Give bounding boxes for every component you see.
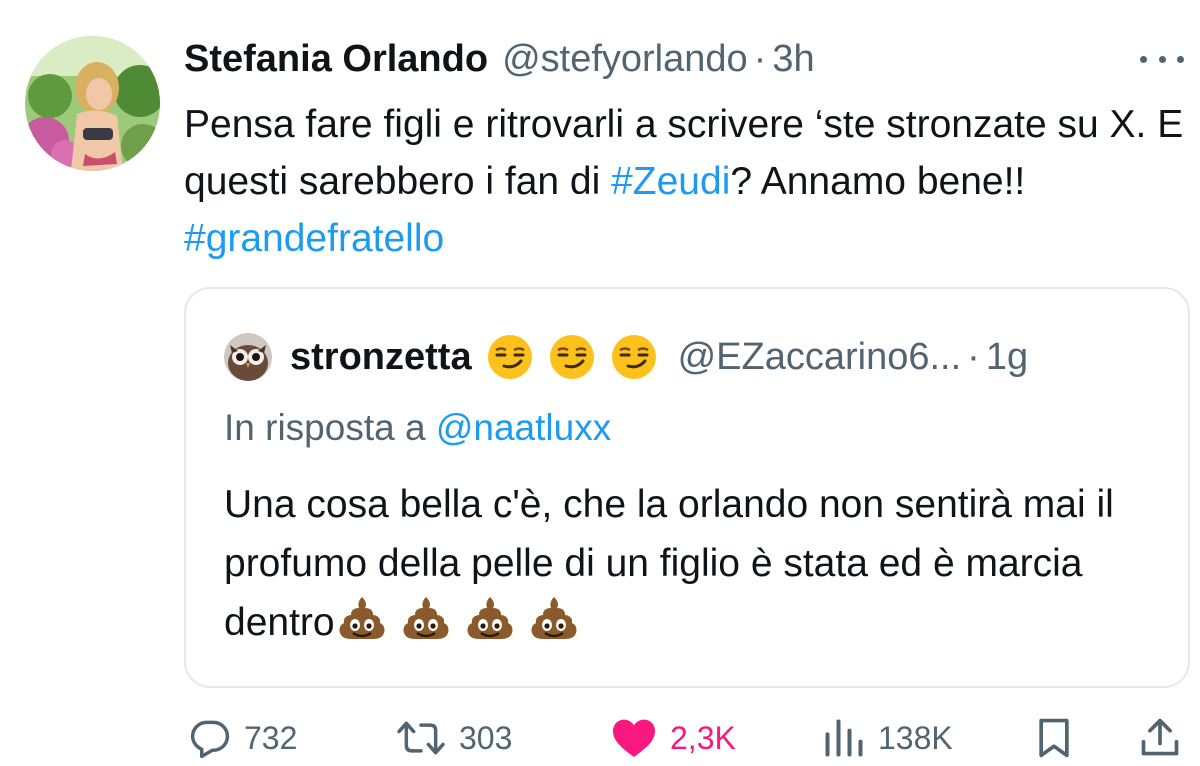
share-icon [1141,718,1179,756]
like-icon [613,719,655,757]
author-handle[interactable]: @stefyorlando [502,38,748,81]
author-display-name[interactable]: Stefania Orlando [184,38,488,81]
header-separator: · [753,37,767,80]
share-button[interactable] [1138,710,1182,766]
pile-of-poo-icon [467,597,513,639]
quoted-handle[interactable]: @EZaccarino6... [678,336,962,379]
bookmark-icon [1039,718,1069,758]
repost-count: 303 [459,719,513,756]
tweet-text-part: ? Annamo bene!! [730,160,1026,203]
smirking-face-icon [611,335,656,379]
smirking-face-icon [549,335,594,379]
hashtag-link[interactable]: #Zeudi [611,160,730,203]
trailing-emojis [337,595,593,641]
quoted-timestamp[interactable]: 1g [986,336,1028,379]
like-count: 2,3K [670,719,736,756]
quoted-text: Una cosa bella c'è, che la orlando non s… [224,475,1164,652]
like-button[interactable]: 2,3K [610,710,736,766]
avatar-image [25,36,160,171]
quoted-display-name[interactable]: stronzetta [290,336,472,379]
action-bar: 732 303 2,3K 138K [0,710,1200,766]
reply-mention-link[interactable]: @naatluxx [436,407,611,448]
quoted-author-avatar[interactable] [224,333,272,381]
repost-button[interactable]: 303 [395,710,512,766]
views-icon [825,719,863,757]
more-icon[interactable] [1140,44,1184,74]
pile-of-poo-icon [403,597,449,639]
repost-icon [397,721,445,755]
quoted-header-separator: · [967,335,980,378]
reply-prefix: In risposta a [224,407,436,448]
quoted-tweet-card[interactable]: stronzetta @EZaccarino6... · 1g In rispo… [184,287,1190,688]
reply-icon [190,720,230,759]
name-emojis [486,333,672,381]
pile-of-poo-icon [339,597,385,639]
reply-count: 732 [244,719,298,756]
tweet-header: Stefania Orlando @stefyorlando · 3h [184,34,815,84]
more-dot [1177,55,1184,63]
tweet-timestamp[interactable]: 3h [772,38,814,81]
reply-context: In risposta a @naatluxx [224,407,611,449]
views-button[interactable]: 138K [822,710,953,766]
pile-of-poo-icon [531,597,577,639]
owl-avatar-image [224,333,272,381]
more-dot [1140,55,1147,63]
tweet-text: Pensa fare figli e ritrovarli a scrivere… [184,96,1184,267]
smirking-face-icon [487,335,532,379]
bookmark-button[interactable] [1034,710,1074,766]
author-avatar[interactable] [25,36,160,171]
hashtag-link[interactable]: #grandefratello [184,217,444,260]
views-count: 138K [878,719,953,756]
more-dot [1158,55,1166,63]
quoted-header: stronzetta @EZaccarino6... · 1g [290,329,1028,385]
reply-button[interactable]: 732 [188,710,297,766]
